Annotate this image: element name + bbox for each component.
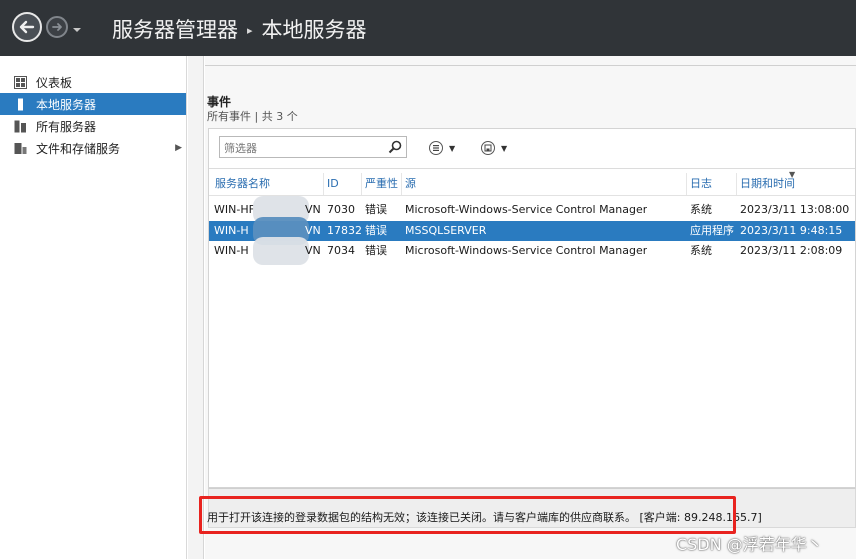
main-content: 事件 所有事件 | 共 3 个 ▼ ▼ 服务器名称 ID 严重性 bbox=[205, 56, 856, 559]
servers-icon bbox=[14, 120, 26, 132]
cell-log: 应用程序 bbox=[690, 224, 734, 237]
cell-severity: 错误 bbox=[365, 244, 387, 257]
events-subtitle: 所有事件 | 共 3 个 bbox=[207, 110, 298, 123]
cell-server-suffix: VN bbox=[305, 244, 321, 257]
cell-datetime: 2023/3/11 9:48:15 bbox=[740, 224, 843, 237]
cell-server-prefix: WIN-H bbox=[214, 244, 249, 257]
column-header-log[interactable]: 日志 bbox=[686, 173, 736, 195]
breadcrumb-separator: ▸ bbox=[247, 24, 253, 37]
watermark: CSDN @浮若年华丶 bbox=[676, 535, 823, 554]
highlight-annotation bbox=[199, 496, 736, 534]
chevron-down-icon: ▼ bbox=[501, 143, 508, 153]
arrow-right-icon bbox=[52, 23, 62, 31]
sidebar: 仪表板 本地服务器 所有服务器 文件和存储服务 ▶ bbox=[0, 56, 187, 559]
sidebar-item-file-storage[interactable]: 文件和存储服务 ▶ bbox=[0, 137, 186, 159]
divider bbox=[209, 168, 855, 169]
sidebar-item-label: 所有服务器 bbox=[36, 119, 97, 134]
sort-descending-icon: ▼ bbox=[789, 170, 796, 179]
list-options-icon bbox=[429, 141, 443, 155]
query-options-button[interactable]: ▼ bbox=[429, 139, 455, 157]
cell-id: 7034 bbox=[327, 244, 355, 257]
column-header-datetime[interactable]: 日期和时间 bbox=[736, 173, 840, 195]
table-row-selected[interactable]: WIN-H VN 17832 错误 MSSQLSERVER 应用程序 2023/… bbox=[209, 217, 855, 245]
cell-id: 17832 bbox=[327, 224, 362, 237]
table-row[interactable]: WIN-H VN 7034 错误 Microsoft-Windows-Servi… bbox=[209, 237, 855, 265]
search-icon[interactable] bbox=[387, 139, 403, 155]
page-title: 本地服务器 bbox=[261, 18, 367, 42]
column-header-id[interactable]: ID bbox=[323, 173, 361, 195]
sidebar-item-label: 本地服务器 bbox=[36, 97, 97, 112]
table-header: 服务器名称 ID 严重性 源 日志 日期和时间 ▼ bbox=[209, 170, 855, 195]
back-button[interactable] bbox=[12, 12, 42, 42]
save-icon bbox=[481, 141, 495, 155]
events-panel: ▼ ▼ 服务器名称 ID 严重性 源 日志 日期和时间 ▼ WIN-HF VN … bbox=[208, 128, 856, 488]
divider bbox=[209, 195, 855, 196]
cell-id: 7030 bbox=[327, 203, 355, 216]
sidebar-splitter[interactable] bbox=[188, 56, 204, 559]
cell-source: Microsoft-Windows-Service Control Manage… bbox=[405, 203, 648, 216]
sidebar-item-dashboard[interactable]: 仪表板 bbox=[0, 71, 186, 93]
chevron-down-icon: ▼ bbox=[449, 143, 456, 153]
divider bbox=[205, 65, 856, 66]
sidebar-item-label: 文件和存储服务 bbox=[36, 141, 121, 156]
redaction-blur bbox=[253, 237, 309, 265]
cell-source: MSSQLSERVER bbox=[405, 224, 487, 237]
column-header-source[interactable]: 源 bbox=[401, 173, 685, 195]
sidebar-item-label: 仪表板 bbox=[36, 75, 73, 90]
cell-severity: 错误 bbox=[365, 203, 387, 216]
cell-server-prefix: WIN-H bbox=[214, 224, 249, 237]
dashboard-icon bbox=[14, 75, 27, 89]
arrow-left-icon bbox=[19, 20, 35, 34]
cell-severity: 错误 bbox=[365, 224, 387, 237]
chevron-right-icon: ▶ bbox=[175, 143, 182, 153]
cell-server-suffix: VN bbox=[305, 203, 321, 216]
filter-input[interactable] bbox=[220, 138, 380, 159]
cell-log: 系统 bbox=[690, 203, 712, 216]
chevron-down-icon bbox=[73, 28, 81, 32]
forward-button[interactable] bbox=[46, 16, 68, 38]
cell-datetime: 2023/3/11 2:08:09 bbox=[740, 244, 843, 257]
title-bar: 服务器管理器 ▸ 本地服务器 bbox=[0, 0, 856, 56]
cell-log: 系统 bbox=[690, 244, 712, 257]
column-header-server-name[interactable]: 服务器名称 bbox=[212, 173, 322, 195]
column-header-severity[interactable]: 严重性 bbox=[361, 173, 401, 195]
cell-source: Microsoft-Windows-Service Control Manage… bbox=[405, 244, 648, 257]
sidebar-item-local-server[interactable]: 本地服务器 bbox=[0, 93, 186, 115]
history-dropdown-button[interactable] bbox=[72, 20, 82, 32]
breadcrumb: 服务器管理器 ▸ 本地服务器 bbox=[112, 14, 367, 44]
filter-box bbox=[219, 136, 407, 159]
cell-server-prefix: WIN-HF bbox=[214, 203, 255, 216]
sidebar-item-all-servers[interactable]: 所有服务器 bbox=[0, 115, 186, 137]
save-query-button[interactable]: ▼ bbox=[481, 139, 507, 157]
table-row[interactable]: WIN-HF VN 7030 错误 Microsoft-Windows-Serv… bbox=[209, 196, 855, 224]
storage-icon bbox=[14, 142, 27, 154]
server-icon bbox=[18, 98, 23, 110]
cell-datetime: 2023/3/11 13:08:00 bbox=[740, 203, 850, 216]
app-title: 服务器管理器 bbox=[112, 18, 238, 42]
cell-server-suffix: VN bbox=[305, 224, 321, 237]
